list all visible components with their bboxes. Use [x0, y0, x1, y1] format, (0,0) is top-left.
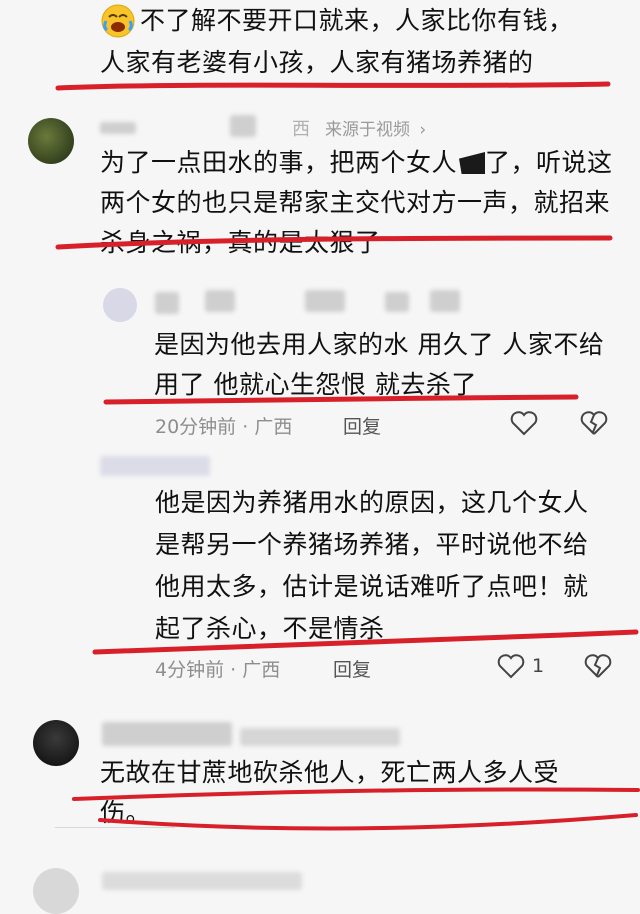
reply-button[interactable]: 回复	[333, 655, 371, 682]
source-label: 来源于视频	[325, 120, 410, 140]
comment-text-line: 是因为他去用人家的水 用久了 人家不给	[154, 330, 605, 359]
comment-main: 西 来源于视频 › 为了一点田水的事，把两个女人 了，听说这 两个女的也只是帮家主…	[0, 100, 640, 260]
comment-text-line: 杀身之祸，真的是太狠了	[100, 228, 381, 257]
broken-heart-icon[interactable]	[580, 410, 608, 436]
username-blurred[interactable]	[102, 722, 232, 746]
location: 广西	[242, 659, 281, 681]
comment-bottom: 无故在甘蔗地砍杀他人，死亡两人多人受 伤。	[0, 700, 640, 914]
comment-text-line: 两个女的也只是帮家主交代对方一声，就招来	[100, 188, 611, 217]
broken-heart-icon[interactable]	[584, 653, 612, 679]
comment-text-line: 起了杀心，不是情杀	[155, 614, 385, 643]
heart-outline-icon[interactable]	[497, 653, 525, 679]
comment-text-line: 用了 他就心生怨恨 就去杀了	[154, 370, 477, 399]
heart-outline-icon[interactable]	[510, 410, 538, 436]
username-blurred[interactable]	[100, 122, 136, 134]
chevron-right-icon: ›	[419, 120, 427, 140]
comment-text-line: 他是因为养猪用水的原因，这几个女人	[155, 488, 589, 517]
username-blurred[interactable]	[155, 292, 179, 314]
cry-laugh-emoji-icon	[100, 3, 136, 39]
comment-text-segment: 了，听说这	[485, 148, 613, 177]
comment-meta: 20分钟前 · 广西	[155, 412, 292, 439]
comment-text-line: 为了一点田水的事，把两个女人 了，听说这	[100, 146, 613, 180]
comment-text-line: 伤。	[100, 798, 152, 827]
username-blurred[interactable]	[385, 292, 409, 312]
comment-meta: 4分钟前 · 广西	[155, 655, 280, 682]
comment-text-line: 是帮另一个养猪场养猪，平时说他不给	[155, 530, 589, 559]
timestamp: 20分钟前	[155, 416, 237, 438]
username-blurred[interactable]	[100, 456, 210, 476]
meta-dot: ·	[230, 659, 237, 681]
comment-text-segment: 为了一点田水的事，把两个女人	[100, 148, 458, 177]
comment-text-line: 他用太多，估计是说话难听了点吧！就	[155, 572, 589, 601]
avatar[interactable]	[28, 118, 74, 164]
divider	[55, 827, 175, 828]
avatar[interactable]	[103, 288, 137, 322]
username-blurred[interactable]	[430, 290, 460, 312]
reply-button[interactable]: 回复	[343, 412, 381, 439]
comment-text-line: 不了解不要开口就来，人家比你有钱，	[140, 6, 574, 35]
username-blurred[interactable]	[230, 115, 256, 137]
username-blurred[interactable]	[205, 290, 235, 312]
username-blurred[interactable]	[102, 872, 302, 890]
username-blurred[interactable]	[305, 290, 345, 312]
censor-mark	[459, 152, 486, 174]
meta-dot: ·	[242, 416, 249, 438]
comment-text-line: 无故在甘蔗地砍杀他人，死亡两人多人受	[100, 758, 560, 787]
timestamp: 4分钟前	[155, 659, 225, 681]
like-count: 1	[532, 655, 545, 677]
avatar[interactable]	[33, 868, 79, 914]
comment-text-line: 人家有老婆有小孩，人家有猪场养猪的	[100, 48, 534, 77]
avatar[interactable]	[33, 720, 79, 766]
reply-comment: 是因为他去用人家的水 用久了 人家不给 用了 他就心生怨恨 就去杀了 20分钟前…	[0, 280, 640, 440]
username-suffix: 西	[292, 119, 310, 140]
reply-comment: 他是因为养猪用水的原因，这几个女人 是帮另一个养猪场养猪，平时说他不给 他用太多…	[0, 450, 640, 690]
username-blurred[interactable]	[240, 728, 400, 746]
location: 广西	[254, 416, 293, 438]
source-link[interactable]: 来源于视频 ›	[325, 115, 426, 140]
comment-top: 不了解不要开口就来，人家比你有钱， 人家有老婆有小孩，人家有猪场养猪的	[0, 0, 640, 100]
